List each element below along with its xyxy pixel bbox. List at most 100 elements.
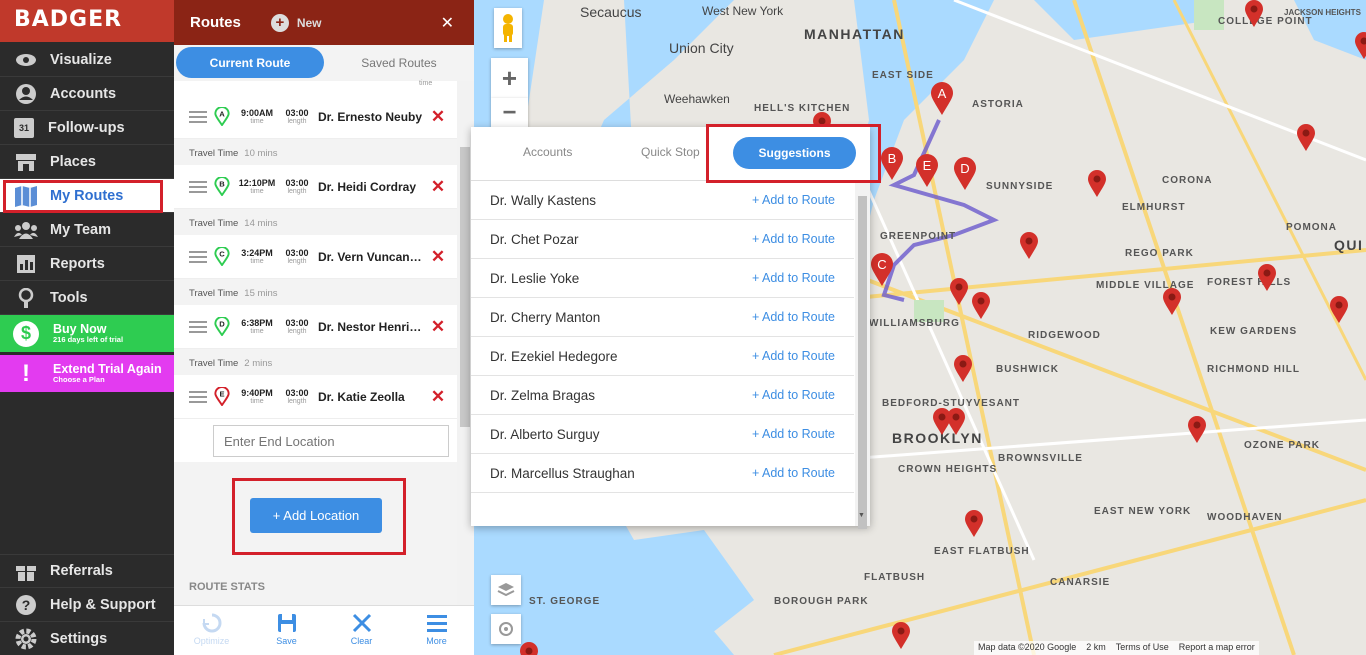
sidebar-item-help[interactable]: ? Help & Support — [0, 588, 174, 622]
remove-stop-icon[interactable]: ✕ — [428, 387, 448, 407]
suggestion-name[interactable]: Dr. Marcellus Straughan — [471, 466, 752, 481]
optimize-button[interactable]: Optimize — [174, 606, 249, 655]
route-stop-row[interactable]: C 3:24PM time 03:00 length Dr. Vern Vuncannon… — [174, 235, 457, 279]
scrollbar-thumb[interactable] — [858, 196, 867, 529]
drag-handle-icon[interactable] — [189, 108, 207, 126]
street-view-icon[interactable] — [494, 8, 522, 48]
sidebar-item-referrals[interactable]: Referrals — [0, 554, 174, 588]
suggestion-name[interactable]: Dr. Alberto Surguy — [471, 427, 752, 442]
route-stop-row[interactable]: B 12:10PM time 03:00 length Dr. Heidi Cordray… — [174, 165, 457, 209]
drag-handle-icon[interactable] — [189, 388, 207, 406]
sidebar-item-reports[interactable]: Reports — [0, 247, 174, 281]
suggestion-name[interactable]: Dr. Cherry Manton — [471, 310, 752, 325]
route-stop-pin-icon[interactable]: C — [870, 253, 894, 287]
remove-stop-icon[interactable]: ✕ — [428, 317, 448, 337]
report-error-link[interactable]: Report a map error — [1179, 642, 1255, 654]
suggestion-name[interactable]: Dr. Zelma Bragas — [471, 388, 752, 403]
map-pin-icon[interactable] — [1354, 32, 1366, 60]
tab-saved-routes[interactable]: Saved Routes — [334, 47, 464, 78]
add-to-route-link[interactable]: + Add to Route — [752, 271, 854, 285]
map-pin-icon[interactable] — [519, 642, 539, 655]
map-pin-icon[interactable] — [946, 408, 966, 436]
sidebar-item-visualize[interactable]: Visualize — [0, 43, 174, 77]
sidebar-item-settings[interactable]: Settings — [0, 622, 174, 655]
map-pin-icon[interactable] — [1296, 124, 1316, 152]
close-icon[interactable]: ✕ — [441, 13, 454, 33]
stop-name[interactable]: Dr. Katie Zeolla — [318, 390, 428, 404]
buy-now-button[interactable]: $ Buy Now 216 days left of trial — [0, 315, 174, 352]
route-stop-pin-icon[interactable]: B — [880, 147, 904, 181]
map-pin-icon[interactable] — [891, 622, 911, 650]
add-to-route-link[interactable]: + Add to Route — [752, 310, 854, 324]
route-stop-row[interactable]: A 9:00AM time 03:00 length Dr. Ernesto Neuby ✕ — [174, 95, 457, 139]
sidebar-item-my-team[interactable]: My Team — [0, 213, 174, 247]
stop-length[interactable]: 03:00 length — [280, 318, 314, 335]
stop-time[interactable]: 9:00AM time — [238, 108, 276, 125]
zoom-out-button[interactable]: − — [491, 98, 528, 127]
tab-quick-stop[interactable]: Quick Stop — [641, 145, 700, 159]
add-to-route-link[interactable]: + Add to Route — [752, 466, 854, 480]
map-pin-icon[interactable] — [1244, 0, 1264, 28]
tab-current-route[interactable]: Current Route — [176, 47, 324, 78]
save-button[interactable]: Save — [249, 606, 324, 655]
add-to-route-link[interactable]: + Add to Route — [752, 427, 854, 441]
sidebar-item-tools[interactable]: Tools — [0, 281, 174, 315]
stop-name[interactable]: Dr. Ernesto Neuby — [318, 110, 428, 124]
terms-link[interactable]: Terms of Use — [1116, 642, 1169, 654]
add-to-route-link[interactable]: + Add to Route — [752, 193, 854, 207]
tab-accounts[interactable]: Accounts — [523, 145, 572, 159]
route-stop-pin-icon[interactable]: A — [930, 82, 954, 116]
logo[interactable]: BADGER — [0, 0, 174, 42]
route-stop-row[interactable]: E 9:40PM time 03:00 length Dr. Katie Zeolla ✕ — [174, 375, 457, 419]
my-location-icon[interactable] — [491, 614, 521, 644]
route-stop-pin-icon[interactable]: D — [953, 157, 977, 191]
stop-time[interactable]: 6:38PM time — [238, 318, 276, 335]
suggestion-name[interactable]: Dr. Wally Kastens — [471, 193, 752, 208]
stop-name[interactable]: Dr. Heidi Cordray — [318, 180, 428, 194]
remove-stop-icon[interactable]: ✕ — [428, 177, 448, 197]
remove-stop-icon[interactable]: ✕ — [428, 107, 448, 127]
suggestion-name[interactable]: Dr. Ezekiel Hedegore — [471, 349, 752, 364]
map-pin-icon[interactable] — [1329, 296, 1349, 324]
stop-name[interactable]: Dr. Vern Vuncannon — [318, 250, 428, 264]
add-location-button[interactable]: + Add Location — [250, 498, 382, 533]
map-pin-icon[interactable] — [953, 355, 973, 383]
clear-button[interactable]: Clear — [324, 606, 399, 655]
map-pin-icon[interactable] — [1087, 170, 1107, 198]
map-pin-icon[interactable] — [1019, 232, 1039, 260]
more-button[interactable]: More — [399, 606, 474, 655]
map-pin-icon[interactable] — [964, 510, 984, 538]
stop-time[interactable]: 3:24PM time — [238, 248, 276, 265]
remove-stop-icon[interactable]: ✕ — [428, 247, 448, 267]
map-pin-icon[interactable] — [949, 278, 969, 306]
add-to-route-link[interactable]: + Add to Route — [752, 388, 854, 402]
layers-icon[interactable] — [491, 575, 521, 605]
route-stop-pin-icon[interactable]: E — [915, 154, 939, 188]
stop-time[interactable]: 12:10PM time — [238, 178, 276, 195]
stop-length[interactable]: 03:00 length — [280, 248, 314, 265]
drag-handle-icon[interactable] — [189, 248, 207, 266]
stop-length[interactable]: 03:00 length — [280, 388, 314, 405]
scrollbar-thumb[interactable] — [460, 147, 470, 427]
extend-trial-button[interactable]: ! Extend Trial Again Choose a Plan — [0, 355, 174, 392]
drag-handle-icon[interactable] — [189, 318, 207, 336]
map-pin-icon[interactable] — [1187, 416, 1207, 444]
add-to-route-link[interactable]: + Add to Route — [752, 232, 854, 246]
stop-time[interactable]: 9:40PM time — [238, 388, 276, 405]
sidebar-item-accounts[interactable]: Accounts — [0, 77, 174, 111]
route-stop-row[interactable]: D 6:38PM time 03:00 length Dr. Nestor Henrick… — [174, 305, 457, 349]
drag-handle-icon[interactable] — [189, 178, 207, 196]
sidebar-item-follow-ups[interactable]: 31 Follow-ups — [0, 111, 174, 145]
map-pin-icon[interactable] — [1257, 264, 1277, 292]
zoom-in-button[interactable]: + — [491, 58, 528, 98]
sidebar-item-places[interactable]: Places — [0, 145, 174, 179]
end-location-input[interactable] — [213, 425, 449, 457]
scroll-down-icon[interactable]: ▼ — [858, 512, 865, 519]
map-pin-icon[interactable] — [1162, 288, 1182, 316]
suggestion-name[interactable]: Dr. Chet Pozar — [471, 232, 752, 247]
stop-length[interactable]: 03:00 length — [280, 108, 314, 125]
add-to-route-link[interactable]: + Add to Route — [752, 349, 854, 363]
new-route-button[interactable]: + New — [270, 13, 322, 32]
stop-name[interactable]: Dr. Nestor Henrickson — [318, 320, 428, 334]
stop-length[interactable]: 03:00 length — [280, 178, 314, 195]
